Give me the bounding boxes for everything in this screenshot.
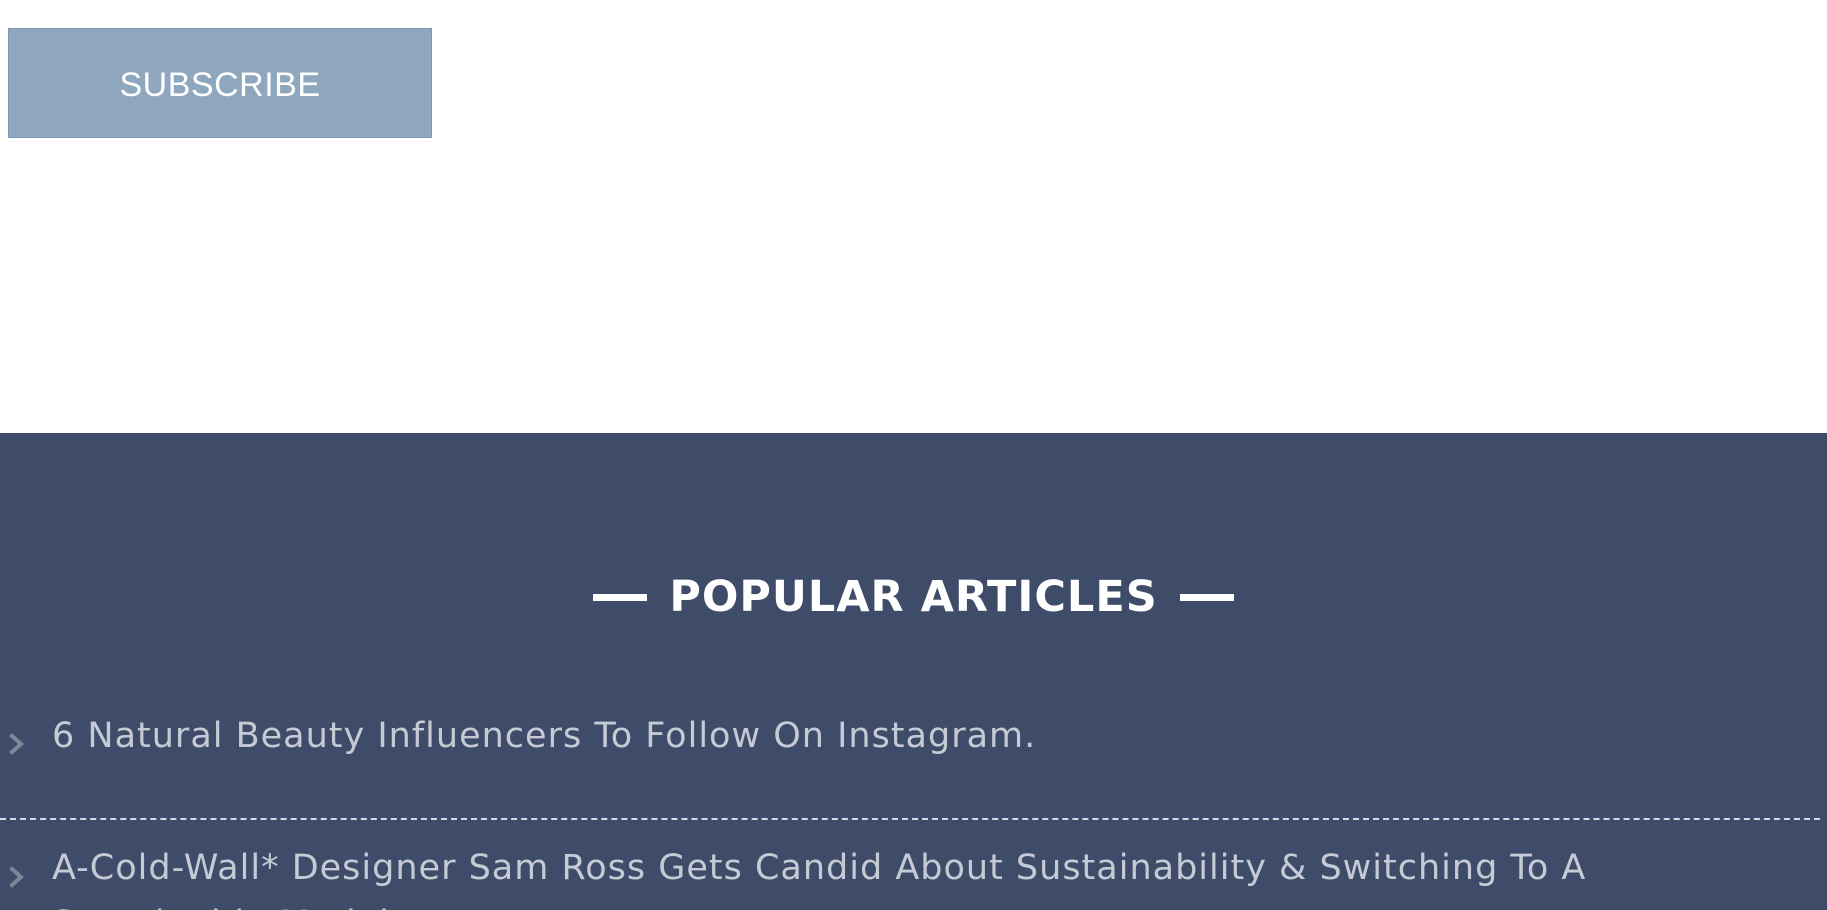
popular-articles-section: POPULAR ARTICLES 6 Natural Beauty Influe… [0,433,1827,910]
article-link[interactable]: A-Cold-Wall* Designer Sam Ross Gets Cand… [52,840,1792,910]
article-list-item[interactable]: 6 Natural Beauty Influencers To Follow O… [0,708,1820,820]
right-horizontal-rule-icon [1179,593,1234,601]
page: SUBSCRIBE POPULAR ARTICLES 6 Natural Bea… [0,0,1827,910]
article-link[interactable]: 6 Natural Beauty Influencers To Follow O… [52,708,1792,764]
popular-articles-list: 6 Natural Beauty Influencers To Follow O… [0,708,1827,910]
chevron-right-icon [8,732,26,756]
section-title: POPULAR ARTICLES [669,572,1158,622]
chevron-right-icon [8,865,26,889]
popular-articles-heading: POPULAR ARTICLES [0,569,1827,625]
left-horizontal-rule-icon [593,593,648,601]
subscribe-area: SUBSCRIBE [0,0,1827,433]
subscribe-button[interactable]: SUBSCRIBE [8,28,432,138]
article-list-item[interactable]: A-Cold-Wall* Designer Sam Ross Gets Cand… [0,820,1820,910]
